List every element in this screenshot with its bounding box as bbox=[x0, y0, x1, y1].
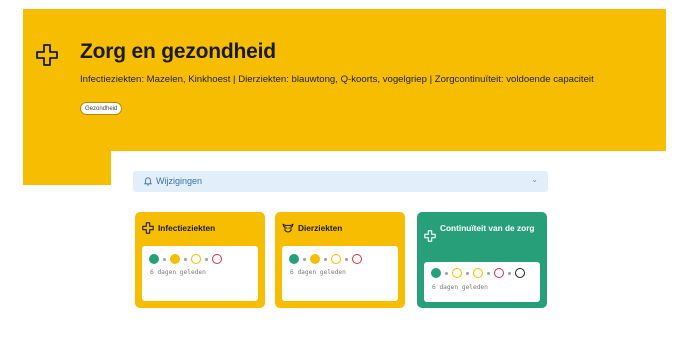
card-title: Infectieziekten bbox=[158, 223, 216, 233]
card-status-panel: 6 dagen geleden bbox=[142, 246, 258, 301]
dot-separator bbox=[508, 271, 511, 275]
updated-timestamp: 6 dagen geleden bbox=[150, 269, 206, 276]
chevron-down-icon: ⌄ bbox=[531, 175, 538, 184]
dot-separator bbox=[205, 257, 208, 261]
dot-separator bbox=[487, 271, 490, 275]
status-dot-yellow bbox=[170, 254, 180, 264]
status-ring-red bbox=[494, 268, 504, 278]
card-title: Continuïteit van de zorg bbox=[440, 223, 535, 233]
dot-separator bbox=[303, 257, 306, 261]
status-ring-yellow bbox=[191, 254, 201, 264]
updated-timestamp: 6 dagen geleden bbox=[432, 284, 488, 291]
bell-icon bbox=[144, 177, 152, 186]
medical-cross-icon bbox=[424, 230, 436, 242]
card-header: Continuïteit van de zorg bbox=[424, 222, 541, 246]
status-ring-yellow bbox=[331, 254, 341, 264]
status-dot-green bbox=[431, 268, 441, 278]
status-ring-yellow bbox=[473, 268, 483, 278]
changes-label: Wijzigingen bbox=[156, 176, 203, 186]
dot-separator bbox=[184, 257, 187, 261]
card-status-panel: 6 dagen geleden bbox=[424, 262, 540, 302]
dot-separator bbox=[163, 257, 166, 261]
card-status-panel: 6 dagen geleden bbox=[282, 246, 398, 301]
status-dot-yellow bbox=[310, 254, 320, 264]
changes-accordion[interactable]: Wijzigingen ⌄ bbox=[133, 171, 548, 192]
status-indicators bbox=[289, 254, 362, 264]
page-title: Zorg en gezondheid bbox=[80, 40, 276, 63]
status-ring-red bbox=[352, 254, 362, 264]
status-indicators bbox=[431, 268, 525, 278]
status-dot-green bbox=[149, 254, 159, 264]
status-ring-red bbox=[212, 254, 222, 264]
dot-separator bbox=[324, 257, 327, 261]
medical-cross-icon bbox=[36, 44, 58, 66]
status-ring-black bbox=[515, 268, 525, 278]
cow-icon bbox=[282, 223, 294, 233]
status-indicators bbox=[149, 254, 222, 264]
category-tag[interactable]: Gezondheid bbox=[80, 102, 123, 115]
updated-timestamp: 6 dagen geleden bbox=[290, 269, 346, 276]
card-dierziekten[interactable]: Dierziekten 6 dagen geleden bbox=[275, 212, 405, 308]
card-title: Dierziekten bbox=[298, 223, 343, 233]
medical-cross-icon bbox=[142, 222, 154, 234]
page-subtitle: Infectieziekten: Mazelen, Kinkhoest | Di… bbox=[80, 74, 594, 85]
status-ring-yellow bbox=[452, 268, 462, 278]
status-dot-green bbox=[289, 254, 299, 264]
card-infectieziekten[interactable]: Infectieziekten 6 dagen geleden bbox=[135, 212, 265, 308]
dot-separator bbox=[445, 271, 448, 275]
card-continuiteit-van-de-zorg[interactable]: Continuïteit van de zorg 6 dagen geleden bbox=[417, 212, 547, 308]
card-header: Infectieziekten bbox=[142, 222, 259, 246]
card-header: Dierziekten bbox=[282, 222, 399, 246]
dot-separator bbox=[345, 257, 348, 261]
dot-separator bbox=[466, 271, 469, 275]
